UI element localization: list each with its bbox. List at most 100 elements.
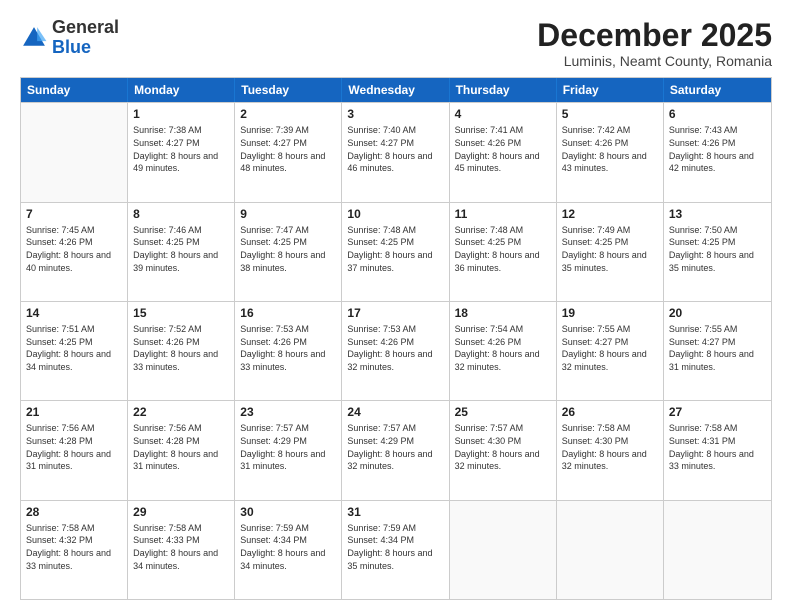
cal-cell: 14 Sunrise: 7:51 AMSunset: 4:25 PMDayligh… xyxy=(21,302,128,400)
day-number: 4 xyxy=(455,106,551,122)
week-row-4: 21 Sunrise: 7:56 AMSunset: 4:28 PMDayligh… xyxy=(21,400,771,499)
day-number: 13 xyxy=(669,206,766,222)
day-number: 20 xyxy=(669,305,766,321)
day-number: 21 xyxy=(26,404,122,420)
month-title: December 2025 xyxy=(537,18,772,53)
cal-cell xyxy=(21,103,128,201)
day-number: 11 xyxy=(455,206,551,222)
calendar-body: 1 Sunrise: 7:38 AMSunset: 4:27 PMDaylight… xyxy=(21,102,771,599)
day-info: Sunrise: 7:39 AMSunset: 4:27 PMDaylight:… xyxy=(240,124,336,174)
header-day-wednesday: Wednesday xyxy=(342,78,449,102)
day-info: Sunrise: 7:42 AMSunset: 4:26 PMDaylight:… xyxy=(562,124,658,174)
cal-cell: 28Sunrise: 7:58 AMSunset: 4:32 PMDayligh… xyxy=(21,501,128,599)
header-day-saturday: Saturday xyxy=(664,78,771,102)
cal-cell xyxy=(450,501,557,599)
cal-cell: 9 Sunrise: 7:47 AMSunset: 4:25 PMDaylight… xyxy=(235,203,342,301)
day-number: 30 xyxy=(240,504,336,520)
day-info: Sunrise: 7:59 AMSunset: 4:34 PMDaylight:… xyxy=(240,522,336,572)
day-number: 15 xyxy=(133,305,229,321)
day-info: Sunrise: 7:41 AMSunset: 4:26 PMDaylight:… xyxy=(455,124,551,174)
day-info: Sunrise: 7:43 AMSunset: 4:26 PMDaylight:… xyxy=(669,124,766,174)
cal-cell xyxy=(664,501,771,599)
cal-cell: 23 Sunrise: 7:57 AMSunset: 4:29 PMDayligh… xyxy=(235,401,342,499)
day-info: Sunrise: 7:45 AMSunset: 4:26 PMDaylight:… xyxy=(26,224,122,274)
day-info: Sunrise: 7:57 AMSunset: 4:30 PMDaylight:… xyxy=(455,422,551,472)
day-number: 23 xyxy=(240,404,336,420)
calendar: SundayMondayTuesdayWednesdayThursdayFrid… xyxy=(20,77,772,600)
cal-cell: 4 Sunrise: 7:41 AMSunset: 4:26 PMDaylight… xyxy=(450,103,557,201)
subtitle: Luminis, Neamt County, Romania xyxy=(537,53,772,69)
logo-general-text: General xyxy=(52,17,119,37)
day-info: Sunrise: 7:48 AMSunset: 4:25 PMDaylight:… xyxy=(455,224,551,274)
week-row-2: 7 Sunrise: 7:45 AMSunset: 4:26 PMDaylight… xyxy=(21,202,771,301)
day-number: 18 xyxy=(455,305,551,321)
day-number: 29 xyxy=(133,504,229,520)
day-info: Sunrise: 7:58 AMSunset: 4:33 PMDaylight:… xyxy=(133,522,229,572)
day-number: 2 xyxy=(240,106,336,122)
day-number: 6 xyxy=(669,106,766,122)
day-info: Sunrise: 7:51 AMSunset: 4:25 PMDaylight:… xyxy=(26,323,122,373)
logo-blue-text: Blue xyxy=(52,37,91,57)
day-number: 25 xyxy=(455,404,551,420)
logo-icon xyxy=(20,24,48,52)
day-number: 9 xyxy=(240,206,336,222)
cal-cell xyxy=(557,501,664,599)
cal-cell: 10Sunrise: 7:48 AMSunset: 4:25 PMDayligh… xyxy=(342,203,449,301)
title-block: December 2025 Luminis, Neamt County, Rom… xyxy=(537,18,772,69)
day-info: Sunrise: 7:59 AMSunset: 4:34 PMDaylight:… xyxy=(347,522,443,572)
day-info: Sunrise: 7:55 AMSunset: 4:27 PMDaylight:… xyxy=(669,323,766,373)
day-info: Sunrise: 7:40 AMSunset: 4:27 PMDaylight:… xyxy=(347,124,443,174)
day-info: Sunrise: 7:53 AMSunset: 4:26 PMDaylight:… xyxy=(347,323,443,373)
cal-cell: 2 Sunrise: 7:39 AMSunset: 4:27 PMDaylight… xyxy=(235,103,342,201)
day-number: 31 xyxy=(347,504,443,520)
day-number: 19 xyxy=(562,305,658,321)
day-number: 5 xyxy=(562,106,658,122)
day-number: 7 xyxy=(26,206,122,222)
week-row-3: 14 Sunrise: 7:51 AMSunset: 4:25 PMDayligh… xyxy=(21,301,771,400)
cal-cell: 26Sunrise: 7:58 AMSunset: 4:30 PMDayligh… xyxy=(557,401,664,499)
week-row-5: 28Sunrise: 7:58 AMSunset: 4:32 PMDayligh… xyxy=(21,500,771,599)
day-number: 16 xyxy=(240,305,336,321)
day-number: 8 xyxy=(133,206,229,222)
day-number: 3 xyxy=(347,106,443,122)
day-info: Sunrise: 7:54 AMSunset: 4:26 PMDaylight:… xyxy=(455,323,551,373)
day-info: Sunrise: 7:56 AMSunset: 4:28 PMDaylight:… xyxy=(133,422,229,472)
day-number: 1 xyxy=(133,106,229,122)
cal-cell: 29 Sunrise: 7:58 AMSunset: 4:33 PMDayligh… xyxy=(128,501,235,599)
cal-cell: 19 Sunrise: 7:55 AMSunset: 4:27 PMDayligh… xyxy=(557,302,664,400)
cal-cell: 17 Sunrise: 7:53 AMSunset: 4:26 PMDayligh… xyxy=(342,302,449,400)
day-info: Sunrise: 7:57 AMSunset: 4:29 PMDaylight:… xyxy=(240,422,336,472)
header-day-thursday: Thursday xyxy=(450,78,557,102)
header: General Blue December 2025 Luminis, Neam… xyxy=(20,18,772,69)
cal-cell: 11 Sunrise: 7:48 AMSunset: 4:25 PMDayligh… xyxy=(450,203,557,301)
day-number: 17 xyxy=(347,305,443,321)
cal-cell: 24 Sunrise: 7:57 AMSunset: 4:29 PMDayligh… xyxy=(342,401,449,499)
logo-text: General Blue xyxy=(52,18,119,58)
day-info: Sunrise: 7:46 AMSunset: 4:25 PMDaylight:… xyxy=(133,224,229,274)
day-info: Sunrise: 7:58 AMSunset: 4:31 PMDaylight:… xyxy=(669,422,766,472)
day-number: 22 xyxy=(133,404,229,420)
header-day-tuesday: Tuesday xyxy=(235,78,342,102)
calendar-header: SundayMondayTuesdayWednesdayThursdayFrid… xyxy=(21,78,771,102)
cal-cell: 6 Sunrise: 7:43 AMSunset: 4:26 PMDaylight… xyxy=(664,103,771,201)
cal-cell: 27 Sunrise: 7:58 AMSunset: 4:31 PMDayligh… xyxy=(664,401,771,499)
cal-cell: 7 Sunrise: 7:45 AMSunset: 4:26 PMDaylight… xyxy=(21,203,128,301)
day-number: 26 xyxy=(562,404,658,420)
day-info: Sunrise: 7:49 AMSunset: 4:25 PMDaylight:… xyxy=(562,224,658,274)
cal-cell: 30 Sunrise: 7:59 AMSunset: 4:34 PMDayligh… xyxy=(235,501,342,599)
cal-cell: 16Sunrise: 7:53 AMSunset: 4:26 PMDayligh… xyxy=(235,302,342,400)
day-number: 27 xyxy=(669,404,766,420)
day-info: Sunrise: 7:38 AMSunset: 4:27 PMDaylight:… xyxy=(133,124,229,174)
header-day-monday: Monday xyxy=(128,78,235,102)
day-info: Sunrise: 7:47 AMSunset: 4:25 PMDaylight:… xyxy=(240,224,336,274)
day-number: 14 xyxy=(26,305,122,321)
cal-cell: 5 Sunrise: 7:42 AMSunset: 4:26 PMDaylight… xyxy=(557,103,664,201)
week-row-1: 1 Sunrise: 7:38 AMSunset: 4:27 PMDaylight… xyxy=(21,102,771,201)
day-info: Sunrise: 7:57 AMSunset: 4:29 PMDaylight:… xyxy=(347,422,443,472)
day-info: Sunrise: 7:55 AMSunset: 4:27 PMDaylight:… xyxy=(562,323,658,373)
header-day-sunday: Sunday xyxy=(21,78,128,102)
cal-cell: 25 Sunrise: 7:57 AMSunset: 4:30 PMDayligh… xyxy=(450,401,557,499)
day-number: 24 xyxy=(347,404,443,420)
cal-cell: 1 Sunrise: 7:38 AMSunset: 4:27 PMDaylight… xyxy=(128,103,235,201)
cal-cell: 31 Sunrise: 7:59 AMSunset: 4:34 PMDayligh… xyxy=(342,501,449,599)
